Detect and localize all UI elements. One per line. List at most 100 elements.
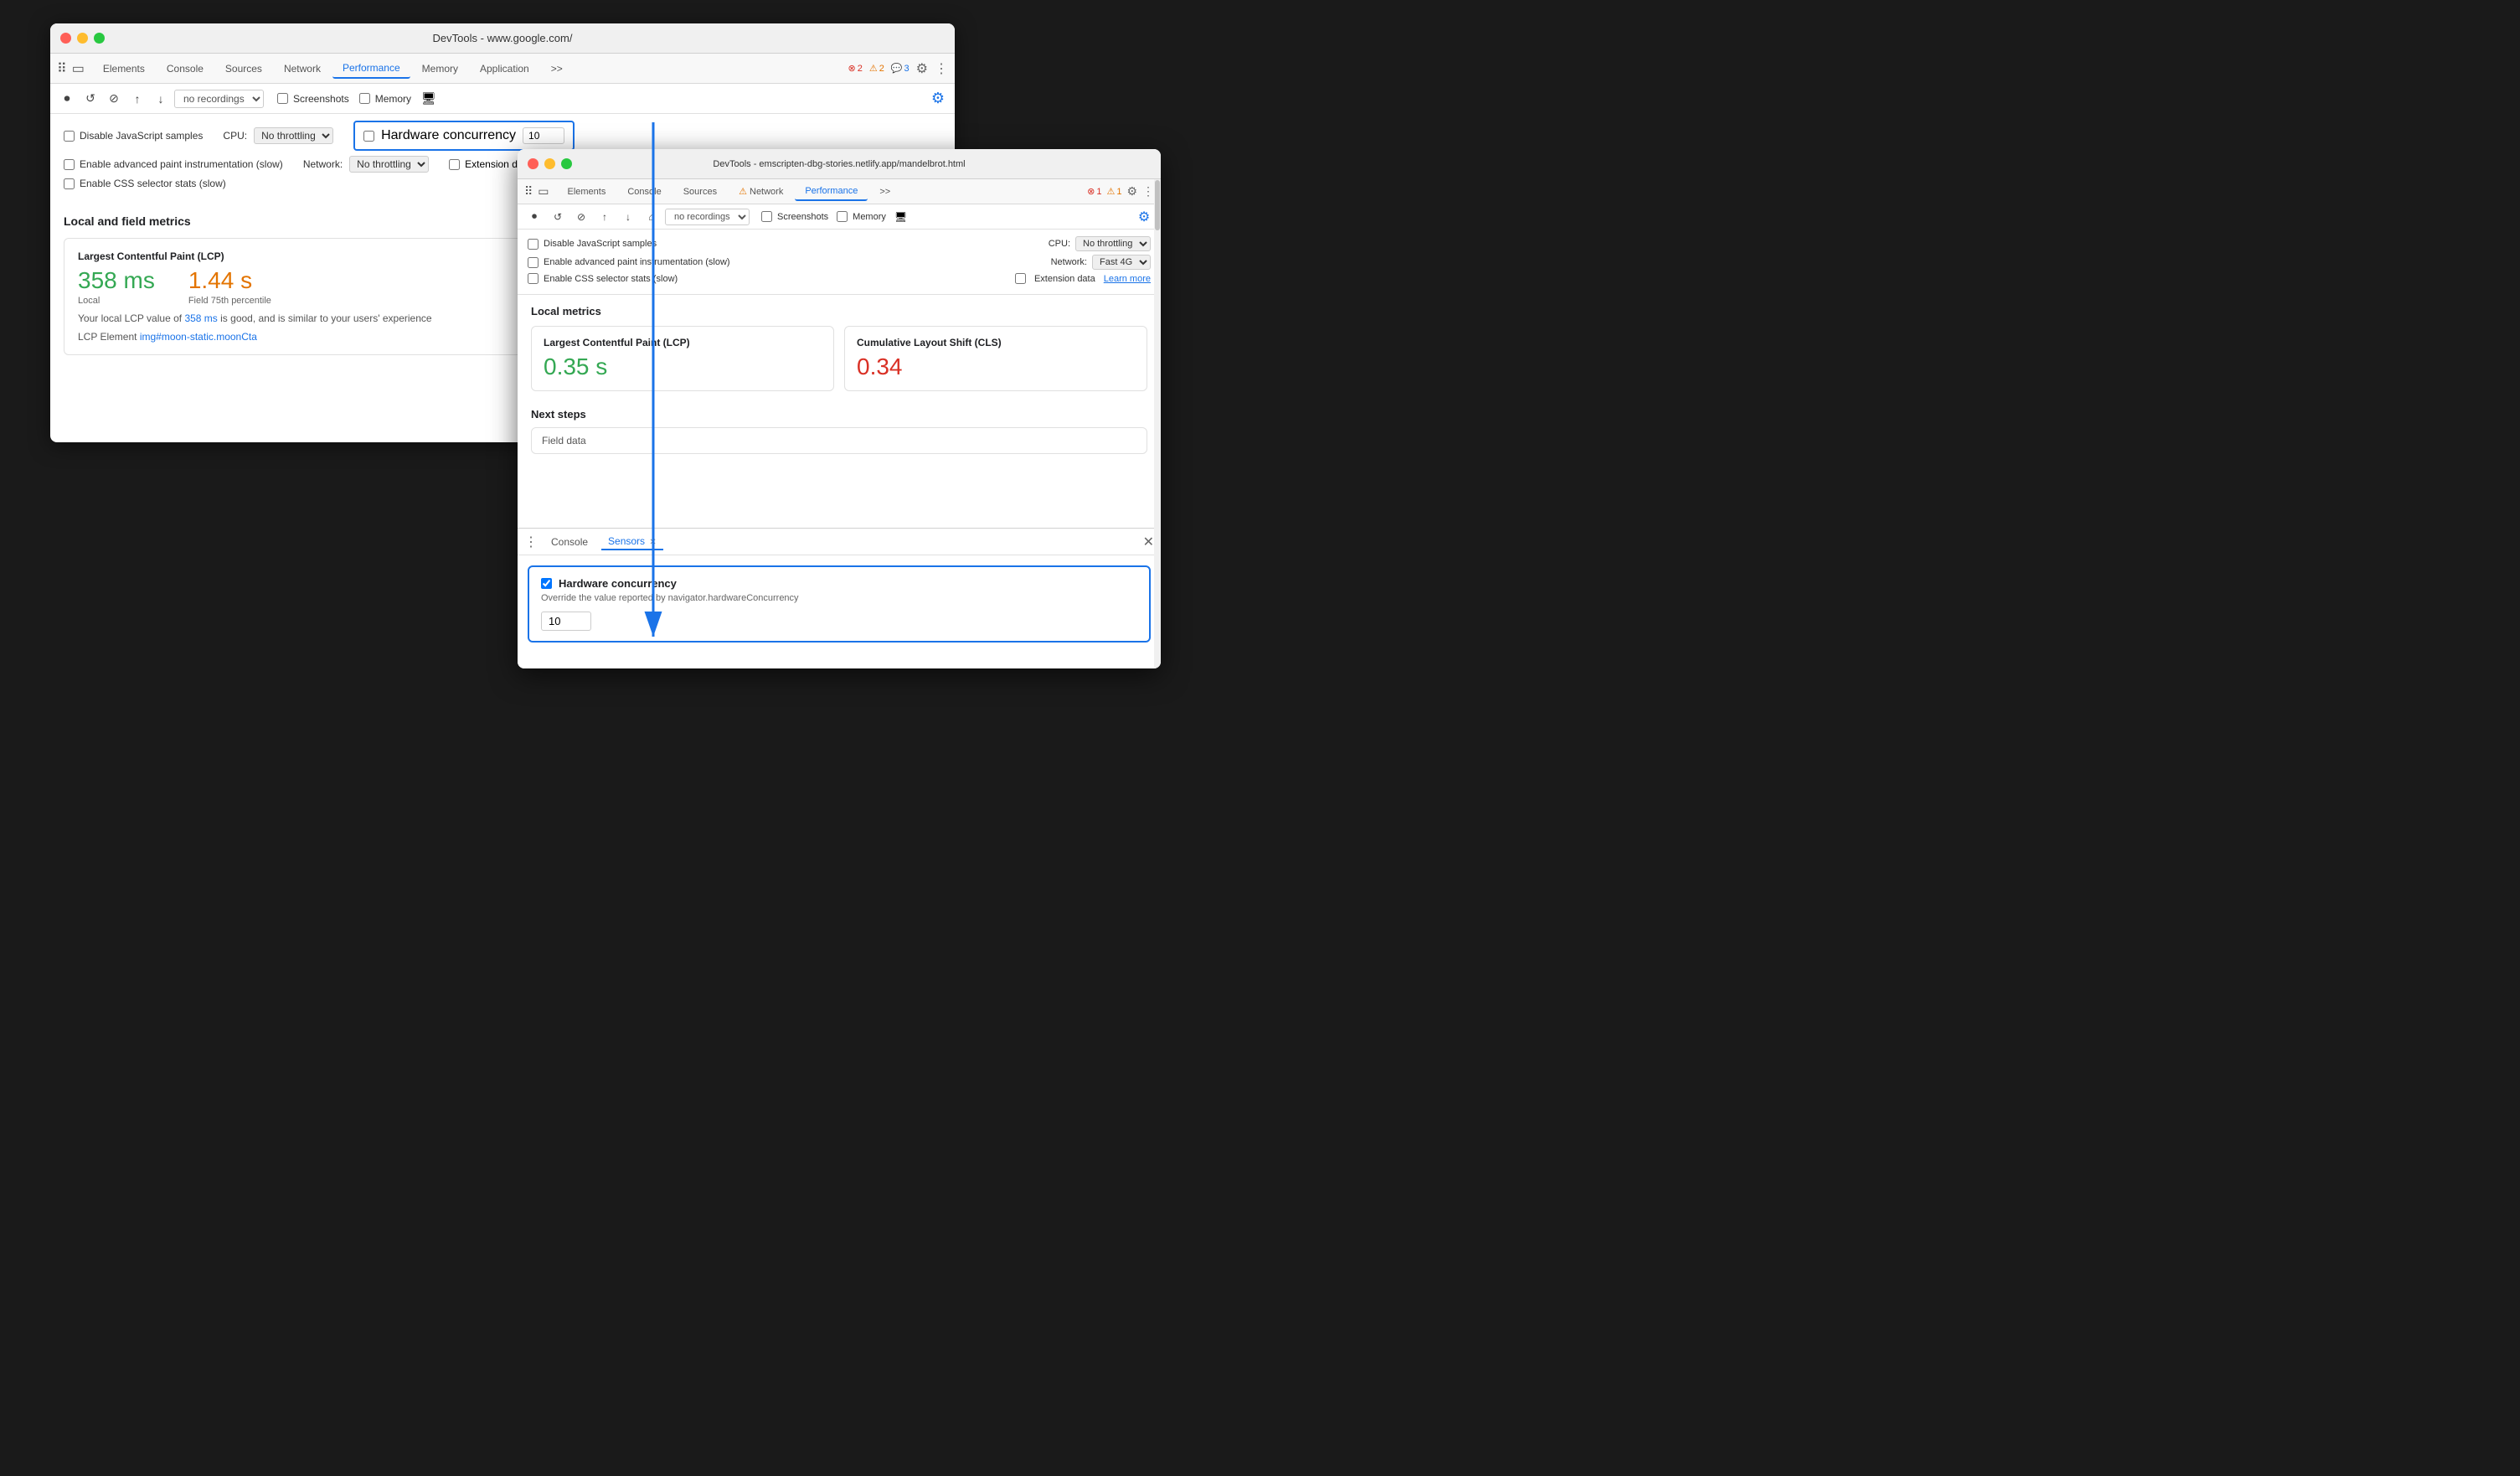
front-drawer-dots[interactable]: ⋮ xyxy=(524,534,538,550)
back-disable-js-samples[interactable]: Disable JavaScript samples xyxy=(64,130,203,142)
back-upload-btn[interactable]: ↑ xyxy=(127,89,147,109)
front-cls-card-value: 0.34 xyxy=(857,354,1135,380)
front-screenshots-checkbox[interactable]: Screenshots xyxy=(761,211,828,222)
back-tab-sources[interactable]: Sources xyxy=(215,59,272,78)
front-css-selector-input[interactable] xyxy=(528,273,539,284)
back-recordings-select[interactable]: no recordings xyxy=(174,90,264,108)
front-tab-network[interactable]: ⚠ Network xyxy=(729,183,793,200)
front-disable-js-input[interactable] xyxy=(528,239,539,250)
front-cls-card-label: Cumulative Layout Shift (CLS) xyxy=(857,337,1135,348)
front-recordings-select[interactable]: no recordings xyxy=(665,209,750,225)
close-button-back[interactable] xyxy=(60,33,71,44)
front-drawer-tab-sensors[interactable]: Sensors ✕ xyxy=(601,534,663,550)
back-lcp-element-link[interactable]: img#moon-static.moonCta xyxy=(140,331,257,343)
front-field-data-row: Field data xyxy=(531,427,1147,454)
maximize-button-front[interactable] xyxy=(561,158,572,169)
front-advanced-paint[interactable]: Enable advanced paint instrumentation (s… xyxy=(528,257,730,268)
back-more-icon[interactable]: ⋮ xyxy=(935,60,948,77)
minimize-button-back[interactable] xyxy=(77,33,88,44)
back-advanced-paint-input[interactable] xyxy=(64,159,75,170)
back-record-btn[interactable]: ⏺ xyxy=(57,89,77,109)
back-css-selector-input[interactable] xyxy=(64,178,75,189)
front-memory-icon: 🖥 xyxy=(894,211,907,223)
back-info-badge: 💬 3 xyxy=(891,63,910,74)
front-reload-btn[interactable]: ↺ xyxy=(548,207,568,227)
close-button-front[interactable] xyxy=(528,158,539,169)
back-settings-gear-btn[interactable]: ⚙ xyxy=(928,89,948,109)
maximize-button-back[interactable] xyxy=(94,33,105,44)
back-lcp-inline-value[interactable]: 358 ms xyxy=(184,312,217,324)
back-tab-elements[interactable]: Elements xyxy=(93,59,155,78)
front-field-data-label: Field data xyxy=(542,435,586,446)
minimize-button-front[interactable] xyxy=(544,158,555,169)
back-tab-memory[interactable]: Memory xyxy=(412,59,468,78)
back-tab-performance[interactable]: Performance xyxy=(332,59,410,79)
front-drawer-tab-console[interactable]: Console xyxy=(544,534,595,550)
front-home-btn[interactable]: ⌂ xyxy=(642,207,662,227)
back-hw-concurrency-input[interactable]: 10 xyxy=(523,127,564,144)
front-memory-checkbox[interactable]: Memory xyxy=(837,211,886,222)
front-tab-console[interactable]: Console xyxy=(617,183,671,200)
back-download-btn[interactable]: ↓ xyxy=(151,89,171,109)
front-record-btn[interactable]: ⏺ xyxy=(524,207,544,227)
back-clear-btn[interactable]: ⊘ xyxy=(104,89,124,109)
front-screenshots-input[interactable] xyxy=(761,211,772,222)
back-cpu-select[interactable]: No throttling xyxy=(254,127,333,144)
front-metrics-cards: Largest Contentful Paint (LCP) 0.35 s Cu… xyxy=(531,326,1147,391)
back-network-select[interactable]: No throttling xyxy=(349,156,429,173)
front-options-area: Disable JavaScript samples CPU: No throt… xyxy=(518,230,1161,295)
back-tab-network[interactable]: Network xyxy=(274,59,331,78)
back-advanced-paint[interactable]: Enable advanced paint instrumentation (s… xyxy=(64,158,283,170)
back-reload-btn[interactable]: ↺ xyxy=(80,89,100,109)
front-device-icon[interactable]: ▭ xyxy=(538,184,549,199)
front-drawer-close[interactable]: ✕ xyxy=(1143,534,1154,550)
back-tab-console[interactable]: Console xyxy=(157,59,214,78)
inspect-icon[interactable]: ⠿ xyxy=(57,60,67,77)
front-network-select[interactable]: Fast 4G xyxy=(1092,255,1151,270)
front-advanced-paint-input[interactable] xyxy=(528,257,539,268)
front-scrollbar[interactable] xyxy=(1154,179,1161,668)
back-screenshots-input[interactable] xyxy=(277,93,288,104)
back-lcp-field-value: 1.44 s xyxy=(188,267,271,294)
front-titlebar: DevTools - emscripten-dbg-stories.netlif… xyxy=(518,149,1161,179)
back-memory-checkbox[interactable]: Memory xyxy=(359,93,411,105)
front-learn-more-link[interactable]: Learn more xyxy=(1104,274,1151,284)
front-hw-panel-input[interactable]: 10 xyxy=(541,612,591,631)
back-css-selector[interactable]: Enable CSS selector stats (slow) xyxy=(64,178,226,189)
front-tabs-bar: ⠿ ▭ Elements Console Sources ⚠ Network P… xyxy=(518,179,1161,204)
front-hw-panel-checkbox[interactable] xyxy=(541,578,552,589)
front-network-throttle: Network: Fast 4G xyxy=(1051,255,1151,270)
front-more-icon[interactable]: ⋮ xyxy=(1142,184,1154,199)
back-disable-js-input[interactable] xyxy=(64,131,75,142)
front-memory-input[interactable] xyxy=(837,211,848,222)
back-screenshots-checkbox[interactable]: Screenshots xyxy=(277,93,349,105)
back-lcp-local-value: 358 ms xyxy=(78,267,155,294)
front-tab-more[interactable]: >> xyxy=(869,183,900,200)
back-tab-application[interactable]: Application xyxy=(470,59,539,78)
front-disable-js[interactable]: Disable JavaScript samples xyxy=(528,239,657,250)
front-lcp-card: Largest Contentful Paint (LCP) 0.35 s xyxy=(531,326,834,391)
device-icon[interactable]: ▭ xyxy=(72,60,85,77)
back-ext-data-input[interactable] xyxy=(449,159,460,170)
front-css-selector[interactable]: Enable CSS selector stats (slow) xyxy=(528,273,678,284)
front-cpu-select[interactable]: No throttling xyxy=(1075,236,1151,251)
back-hw-concurrency-check[interactable] xyxy=(363,131,374,142)
front-tab-sources[interactable]: Sources xyxy=(673,183,727,200)
front-tab-elements[interactable]: Elements xyxy=(558,183,616,200)
front-sensors-close[interactable]: ✕ xyxy=(649,538,656,547)
front-download-btn[interactable]: ↓ xyxy=(618,207,638,227)
front-settings-icon[interactable]: ⚙ xyxy=(1126,184,1137,199)
front-cls-card: Cumulative Layout Shift (CLS) 0.34 xyxy=(844,326,1147,391)
front-option-row2: Enable advanced paint instrumentation (s… xyxy=(528,255,1151,270)
front-inspect-icon[interactable]: ⠿ xyxy=(524,184,533,199)
back-tab-more[interactable]: >> xyxy=(541,59,573,78)
front-upload-btn[interactable]: ↑ xyxy=(595,207,615,227)
front-warning-badge: ⚠ 1 xyxy=(1106,186,1121,197)
back-settings-icon[interactable]: ⚙ xyxy=(916,60,928,77)
front-clear-btn[interactable]: ⊘ xyxy=(571,207,591,227)
front-ext-data-input[interactable] xyxy=(1015,273,1026,284)
back-lcp-local-group: 358 ms Local xyxy=(78,267,155,306)
back-memory-input[interactable] xyxy=(359,93,370,104)
front-settings-gear-btn[interactable]: ⚙ xyxy=(1134,207,1154,227)
front-tab-performance[interactable]: Performance xyxy=(795,183,868,201)
